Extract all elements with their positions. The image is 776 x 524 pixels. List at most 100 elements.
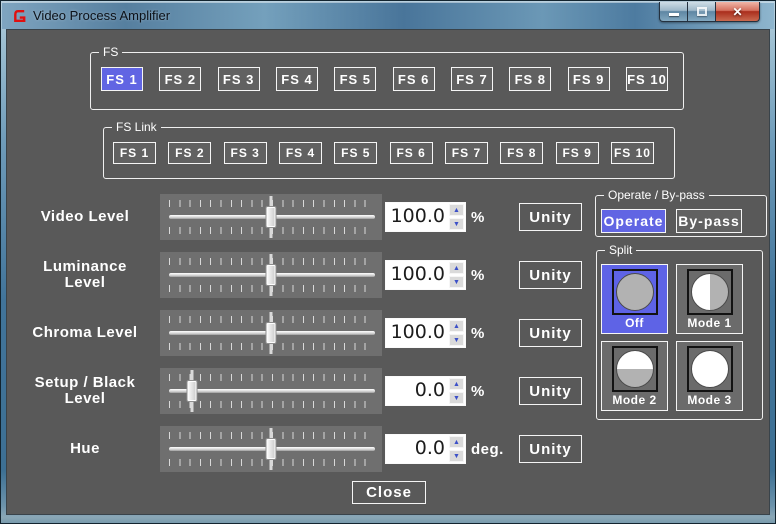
tick-marks: [169, 374, 375, 381]
fs-button-8[interactable]: FS 8: [509, 67, 551, 91]
tick-marks: [169, 401, 375, 408]
split-off-button[interactable]: Off: [601, 264, 668, 334]
setup-black-level-slider[interactable]: [160, 368, 382, 414]
slider-track: [169, 389, 375, 393]
fs-button-strip: FS 1 FS 2 FS 3 FS 4 FS 5 FS 6 FS 7 FS 8 …: [101, 67, 668, 91]
fs-link-button-8[interactable]: FS 8: [500, 142, 543, 164]
fs-group-label: FS: [99, 45, 122, 59]
hue-value[interactable]: 0.0: [386, 435, 448, 463]
fs-button-10[interactable]: FS 10: [626, 67, 668, 91]
spin-down-button[interactable]: ▼: [449, 392, 464, 404]
fs-link-button-strip: FS 1 FS 2 FS 3 FS 4 FS 5 FS 6 FS 7 FS 8 …: [113, 142, 654, 164]
spin-down-button[interactable]: ▼: [449, 450, 464, 462]
hue-label: Hue: [11, 426, 159, 472]
spin-up-button[interactable]: ▲: [449, 378, 464, 390]
split-mode2-icon: [612, 346, 658, 392]
fs-link-group: FS Link FS 1 FS 2 FS 3 FS 4 FS 5 FS 6 FS…: [103, 127, 675, 179]
split-mode2-button[interactable]: Mode 2: [601, 341, 668, 411]
chroma-level-unity-button[interactable]: Unity: [519, 319, 582, 347]
luminance-level-slider[interactable]: [160, 252, 382, 298]
operate-bypass-group: Operate / By-pass Operate By-pass: [595, 195, 767, 237]
fs-button-9[interactable]: FS 9: [568, 67, 610, 91]
fs-link-button-2[interactable]: FS 2: [168, 142, 211, 164]
spin-up-button[interactable]: ▲: [449, 204, 464, 216]
video-level-unit: %: [471, 194, 523, 240]
split-mode1-button[interactable]: Mode 1: [676, 264, 743, 334]
maximize-icon: [697, 7, 707, 16]
operate-button[interactable]: Operate: [601, 209, 666, 233]
spin-up-button[interactable]: ▲: [449, 436, 464, 448]
maximize-button[interactable]: [688, 2, 715, 22]
app-icon: [11, 8, 27, 24]
spin-down-button[interactable]: ▼: [449, 334, 464, 346]
video-level-label: Video Level: [11, 194, 159, 240]
fs-link-button-4[interactable]: FS 4: [279, 142, 322, 164]
slider-thumb[interactable]: [265, 322, 276, 344]
video-level-unity-button[interactable]: Unity: [519, 203, 582, 231]
slider-thumb[interactable]: [265, 206, 276, 228]
luminance-level-spinner: 100.0 ▲ ▼: [385, 260, 466, 290]
window-controls: ✕: [659, 2, 760, 22]
setup-black-level-unit: %: [471, 368, 523, 414]
split-group-label: Split: [605, 243, 636, 257]
dialog-body: FS FS 1 FS 2 FS 3 FS 4 FS 5 FS 6 FS 7 FS…: [6, 29, 770, 515]
luminance-level-label: Luminance Level: [11, 252, 159, 298]
fs-link-group-label: FS Link: [112, 120, 161, 134]
fs-link-button-7[interactable]: FS 7: [445, 142, 488, 164]
luminance-level-value[interactable]: 100.0: [386, 261, 448, 289]
spin-down-button[interactable]: ▼: [449, 276, 464, 288]
window-title: Video Process Amplifier: [33, 8, 170, 23]
split-group: Split Off Mode 1 Mode 2 Mode 3: [596, 250, 763, 420]
operate-bypass-group-label: Operate / By-pass: [604, 188, 709, 202]
luminance-level-unity-button[interactable]: Unity: [519, 261, 582, 289]
slider-thumb[interactable]: [265, 264, 276, 286]
close-window-button[interactable]: ✕: [715, 2, 760, 22]
chroma-level-value[interactable]: 100.0: [386, 319, 448, 347]
setup-black-level-value[interactable]: 0.0: [386, 377, 448, 405]
fs-link-button-6[interactable]: FS 6: [390, 142, 433, 164]
hue-unity-button[interactable]: Unity: [519, 435, 582, 463]
video-level-value[interactable]: 100.0: [386, 203, 448, 231]
spin-up-button[interactable]: ▲: [449, 320, 464, 332]
fs-link-button-10[interactable]: FS 10: [611, 142, 654, 164]
split-off-icon: [612, 269, 658, 315]
minimize-icon: [669, 13, 679, 16]
spin-down-button[interactable]: ▼: [449, 218, 464, 230]
fs-button-4[interactable]: FS 4: [276, 67, 318, 91]
fs-link-button-1[interactable]: FS 1: [113, 142, 156, 164]
split-mode1-icon: [687, 269, 733, 315]
fs-button-3[interactable]: FS 3: [218, 67, 260, 91]
setup-black-level-spinner: 0.0 ▲ ▼: [385, 376, 466, 406]
close-icon: ✕: [732, 5, 742, 19]
fs-button-1[interactable]: FS 1: [101, 67, 143, 91]
video-level-slider[interactable]: [160, 194, 382, 240]
fs-button-5[interactable]: FS 5: [334, 67, 376, 91]
hue-slider[interactable]: [160, 426, 382, 472]
split-mode3-button[interactable]: Mode 3: [676, 341, 743, 411]
hue-unit: deg.: [471, 426, 523, 472]
titlebar: Video Process Amplifier ✕: [2, 2, 774, 29]
fs-button-2[interactable]: FS 2: [159, 67, 201, 91]
hue-spinner: 0.0 ▲ ▼: [385, 434, 466, 464]
setup-black-level-label: Setup / Black Level: [11, 368, 159, 414]
fs-button-7[interactable]: FS 7: [451, 67, 493, 91]
fs-link-button-9[interactable]: FS 9: [556, 142, 599, 164]
fs-button-6[interactable]: FS 6: [393, 67, 435, 91]
slider-thumb[interactable]: [186, 380, 197, 402]
spin-up-button[interactable]: ▲: [449, 262, 464, 274]
chroma-level-spinner: 100.0 ▲ ▼: [385, 318, 466, 348]
chroma-level-slider[interactable]: [160, 310, 382, 356]
close-button[interactable]: Close: [352, 481, 426, 504]
chroma-level-unit: %: [471, 310, 523, 356]
split-mode3-icon: [687, 346, 733, 392]
video-level-spinner: 100.0 ▲ ▼: [385, 202, 466, 232]
fs-link-button-5[interactable]: FS 5: [334, 142, 377, 164]
setup-black-level-unity-button[interactable]: Unity: [519, 377, 582, 405]
slider-thumb[interactable]: [265, 438, 276, 460]
bypass-button[interactable]: By-pass: [676, 209, 742, 233]
fs-group: FS FS 1 FS 2 FS 3 FS 4 FS 5 FS 6 FS 7 FS…: [90, 52, 684, 110]
chroma-level-label: Chroma Level: [11, 310, 159, 356]
minimize-button[interactable]: [659, 2, 688, 22]
window: Video Process Amplifier ✕ FS FS 1 FS 2 F…: [0, 0, 776, 524]
fs-link-button-3[interactable]: FS 3: [224, 142, 267, 164]
